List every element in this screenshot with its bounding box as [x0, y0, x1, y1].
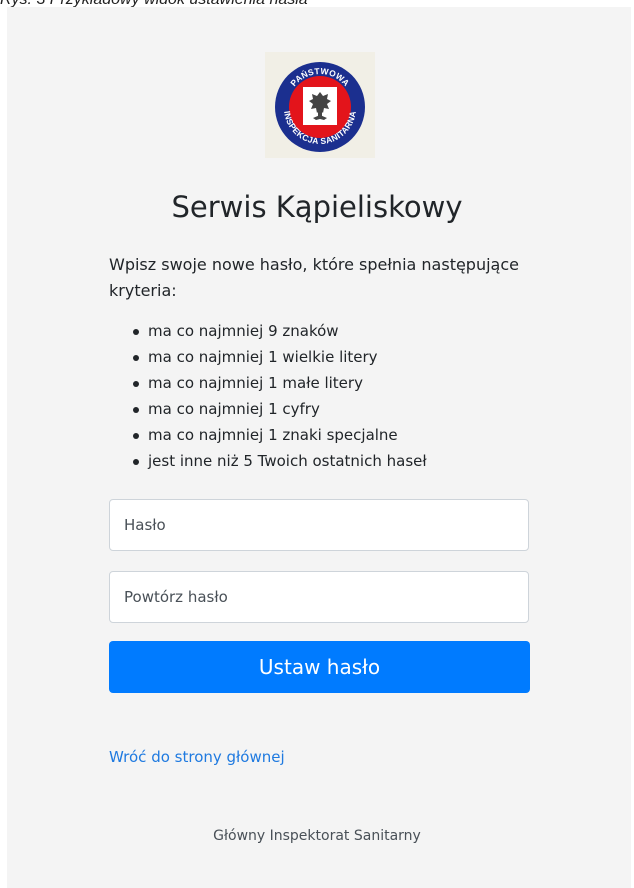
psi-logo-icon: PAŃSTWOWA INSPEKCJA SANITARNA	[275, 62, 365, 152]
password-field[interactable]	[109, 499, 529, 551]
bullet-icon	[133, 381, 139, 387]
criteria-label: ma co najmniej 9 znaków	[148, 322, 339, 340]
bullet-icon	[133, 433, 139, 439]
repeat-password-field[interactable]	[109, 571, 529, 623]
intro-text: Wpisz swoje nowe hasło, które spełnia na…	[109, 255, 519, 300]
footer-text: Główny Inspektorat Sanitarny	[213, 828, 421, 844]
list-item: ma co najmniej 1 cyfry	[109, 396, 427, 422]
list-item: ma co najmniej 9 znaków	[109, 318, 427, 344]
criteria-label: ma co najmniej 1 wielkie litery	[148, 348, 378, 366]
list-item: jest inne niż 5 Twoich ostatnich haseł	[109, 448, 427, 474]
logo: PAŃSTWOWA INSPEKCJA SANITARNA	[265, 52, 375, 158]
list-item: ma co najmniej 1 wielkie litery	[109, 344, 427, 370]
bullet-icon	[133, 355, 139, 361]
back-to-home-link[interactable]: Wróć do strony głównej	[109, 748, 285, 766]
bullet-icon	[133, 407, 139, 413]
criteria-label: ma co najmniej 1 cyfry	[148, 400, 320, 418]
bullet-icon	[133, 459, 139, 465]
set-password-button[interactable]: Ustaw hasło	[109, 641, 530, 693]
list-item: ma co najmniej 1 małe litery	[109, 370, 427, 396]
criteria-label: jest inne niż 5 Twoich ostatnich haseł	[148, 452, 427, 470]
page-title: Serwis Kąpieliskowy	[171, 190, 463, 224]
list-item: ma co najmniej 1 znaki specjalne	[109, 422, 427, 448]
bullet-icon	[133, 329, 139, 335]
criteria-label: ma co najmniej 1 znaki specjalne	[148, 426, 398, 444]
criteria-label: ma co najmniej 1 małe litery	[148, 374, 363, 392]
password-criteria-list: ma co najmniej 9 znaków ma co najmniej 1…	[109, 318, 427, 474]
